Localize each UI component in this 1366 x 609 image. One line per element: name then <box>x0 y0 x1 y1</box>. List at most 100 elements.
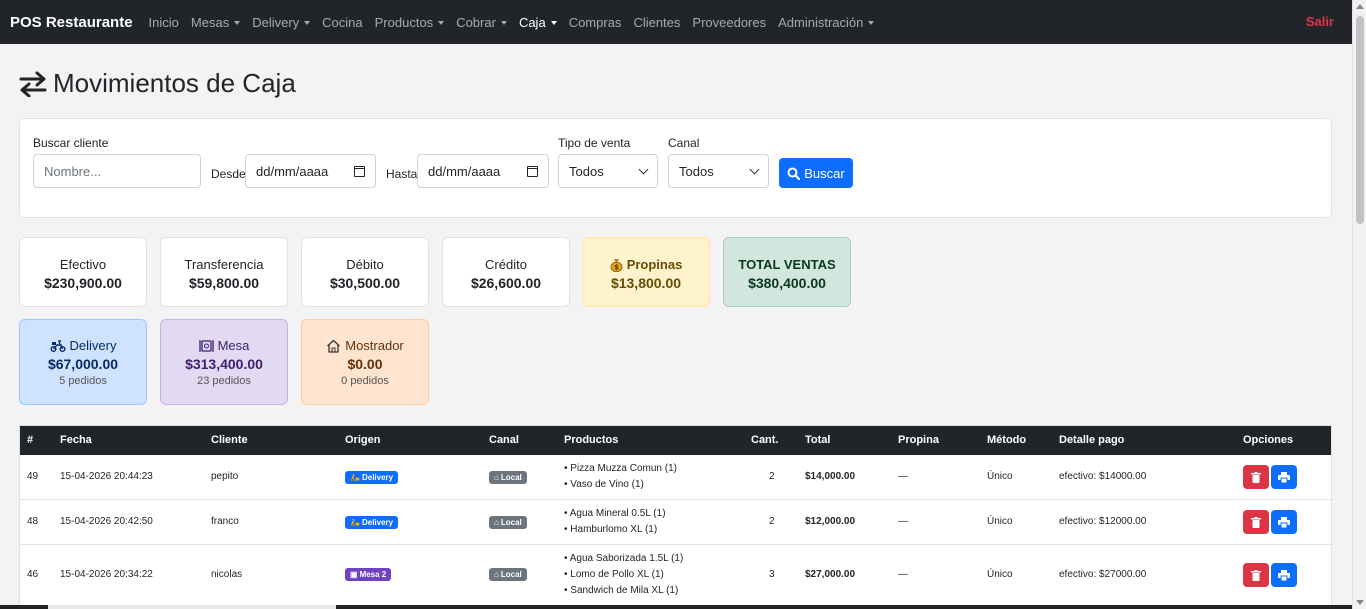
card-label: TOTAL VENTAS <box>738 257 836 272</box>
channel-badge: ⌂ Local <box>489 471 527 484</box>
summary-card-propinas: $ Propinas $13,800.00 <box>582 237 710 307</box>
card-value: $0.00 <box>347 356 383 372</box>
canal-select[interactable]: Todos <box>668 154 769 188</box>
brand-logo[interactable]: POS Restaurante <box>10 14 133 31</box>
nav-item-clientes[interactable]: Clientes <box>633 15 680 30</box>
origin-badge: 🛵 Delivery <box>345 471 399 484</box>
card-count: 0 pedidos <box>341 375 389 387</box>
summary-card-credito: Crédito $26,600.00 <box>442 237 570 307</box>
nav-item-mesas[interactable]: Mesas <box>190 14 241 30</box>
delete-button[interactable] <box>1243 465 1269 489</box>
table-row: 48 15-04-2026 20:42:50 franco 🛵 Delivery … <box>20 500 1331 545</box>
cell-metodo: Único <box>987 471 1013 482</box>
horizontal-scrollbar-thumb[interactable] <box>48 605 336 609</box>
desde-label: Desde <box>211 167 246 181</box>
nav-item-administracion[interactable]: Administración <box>778 14 875 30</box>
print-button[interactable] <box>1271 510 1297 534</box>
cell-canal: ⌂ Local <box>489 568 527 581</box>
cliente-label: Buscar cliente <box>33 136 109 150</box>
col-opciones: Opciones <box>1243 434 1294 446</box>
product-line: • Sandwich de Mila XL (1) <box>564 585 679 596</box>
cliente-search-input[interactable]: Nombre... <box>33 154 201 188</box>
printer-icon <box>1278 516 1290 528</box>
nav-label: Mesas <box>190 14 230 30</box>
summary-card-transferencia: Transferencia $59,800.00 <box>160 237 288 307</box>
card-label: Débito <box>346 257 384 272</box>
channel-card-mostrador: Mostrador $0.00 0 pedidos <box>301 319 429 405</box>
summary-card-total-ventas: TOTAL VENTAS $380,400.00 <box>723 237 851 307</box>
card-label: Transferencia <box>184 257 264 272</box>
cell-metodo: Único <box>987 516 1013 527</box>
cell-detalle-pago: efectivo: $14000.00 <box>1059 471 1147 482</box>
buscar-label: Buscar <box>804 165 845 181</box>
channel-badge: ⌂ Local <box>489 568 527 581</box>
nav-item-cocina[interactable]: Cocina <box>322 15 362 30</box>
cell-origen: 🛵 Delivery <box>345 516 399 529</box>
nav-item-inicio[interactable]: Inicio <box>149 15 179 30</box>
nav-item-delivery[interactable]: Delivery <box>252 15 311 30</box>
col-detalle-pago: Detalle pago <box>1059 434 1125 446</box>
search-icon <box>787 167 801 180</box>
nav-item-cobrar[interactable]: Cobrar <box>456 15 507 30</box>
buscar-button[interactable]: Buscar <box>779 158 853 188</box>
nav-label: Proveedores <box>692 14 767 30</box>
print-button[interactable] <box>1271 465 1297 489</box>
desde-date-input[interactable]: dd/mm/aaaa <box>245 154 376 188</box>
hasta-value: dd/mm/aaaa <box>428 163 501 179</box>
col-num: # <box>27 434 34 446</box>
cell-fecha: 15-04-2026 20:42:50 <box>60 516 153 527</box>
card-value: $230,900.00 <box>44 275 122 291</box>
scooter-icon <box>50 340 66 352</box>
vertical-scrollbar[interactable] <box>1352 0 1366 609</box>
card-label: Efectivo <box>59 257 107 272</box>
origin-text: Mesa 2 <box>359 570 387 579</box>
hasta-date-input[interactable]: dd/mm/aaaa <box>417 154 549 188</box>
card-value: $313,400.00 <box>185 356 263 372</box>
chevron-down-icon <box>749 164 760 174</box>
cell-cant: 2 <box>769 471 775 482</box>
printer-icon <box>1278 569 1290 581</box>
propinas-label-text: Propinas <box>626 257 683 272</box>
nav-label: Productos <box>374 14 434 30</box>
scrollbar-thumb[interactable] <box>1356 16 1364 224</box>
caret-down-icon <box>550 20 557 25</box>
nav-label: Cobrar <box>456 14 496 30</box>
delete-button[interactable] <box>1243 563 1269 587</box>
print-button[interactable] <box>1271 563 1297 587</box>
page-title: Movimientos de Caja <box>19 68 296 99</box>
table-header: # Fecha Cliente Origen Canal Productos C… <box>20 426 1331 455</box>
scroll-down-arrow-icon[interactable] <box>1356 600 1364 605</box>
logout-link[interactable]: Salir <box>1306 14 1334 29</box>
cell-propina: — <box>898 569 908 580</box>
cell-total: $12,000.00 <box>805 516 856 527</box>
nav-item-productos[interactable]: Productos <box>375 15 445 30</box>
nav-item-proveedores[interactable]: Proveedores <box>692 15 766 30</box>
nav-item-caja[interactable]: Caja <box>519 15 557 30</box>
col-propina: Propina <box>898 434 939 446</box>
horizontal-scrollbar[interactable] <box>0 605 1352 609</box>
trash-icon <box>1251 569 1261 581</box>
cell-cliente: pepito <box>211 471 239 482</box>
card-label: Delivery <box>20 338 146 353</box>
scooter-icon: 🛵 <box>350 473 360 482</box>
tipo-venta-value: Todos <box>569 163 604 179</box>
nav-label: Administración <box>778 14 864 30</box>
cell-fecha: 15-04-2026 20:44:23 <box>60 471 153 482</box>
calendar-icon[interactable] <box>354 165 365 177</box>
delete-button[interactable] <box>1243 510 1269 534</box>
card-count: 5 pedidos <box>59 375 107 387</box>
col-productos: Productos <box>564 434 619 446</box>
card-label: Crédito <box>485 257 527 272</box>
tipo-venta-select[interactable]: Todos <box>558 154 658 188</box>
cell-cant: 2 <box>769 516 775 527</box>
dining-table-icon <box>198 339 214 352</box>
channel-text: Local <box>500 473 522 482</box>
nav-item-compras[interactable]: Compras <box>569 15 622 30</box>
calendar-icon[interactable] <box>527 165 538 177</box>
house-icon: ⌂ <box>494 473 499 482</box>
nav-label: Caja <box>518 14 546 30</box>
movements-table: # Fecha Cliente Origen Canal Productos C… <box>19 425 1332 608</box>
cell-propina: — <box>898 471 908 482</box>
card-value: $30,500.00 <box>329 275 401 291</box>
scroll-up-arrow-icon[interactable] <box>1356 4 1364 9</box>
